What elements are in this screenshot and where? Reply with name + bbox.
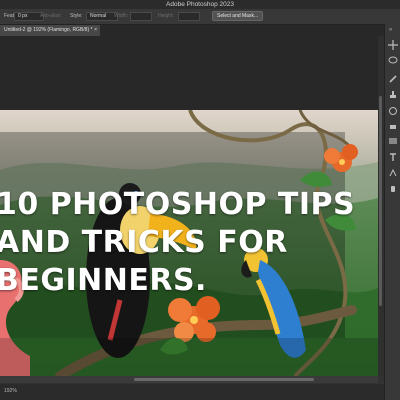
horizontal-scrollbar[interactable]: [0, 376, 378, 383]
eraser-icon[interactable]: [388, 122, 398, 132]
move-icon[interactable]: [388, 40, 398, 50]
options-bar: Feather: 0 px Anti-alias Style: Normal W…: [0, 9, 400, 25]
canvas[interactable]: 10 PHOTOSHOP TIPS AND TRICKS FOR BEGINNE…: [0, 110, 378, 376]
document-tab[interactable]: Untitled-2 @ 192% (Flamingo, RGB/8) * ×: [0, 25, 100, 36]
width-field[interactable]: [130, 12, 152, 21]
height-label: Height:: [158, 13, 174, 19]
right-panel-dock: »: [384, 24, 400, 400]
brush-icon[interactable]: [388, 74, 398, 84]
lasso-icon[interactable]: [388, 56, 398, 66]
gradient-icon[interactable]: [388, 136, 398, 146]
zoom-level[interactable]: 192%: [4, 386, 17, 396]
height-field[interactable]: [178, 12, 200, 21]
canvas-bottom-shadow: [0, 338, 378, 376]
headline-text: 10 PHOTOSHOP TIPS AND TRICKS FOR BEGINNE…: [0, 187, 356, 298]
document-tab-bar: Untitled-2 @ 192% (Flamingo, RGB/8) * ×: [0, 25, 384, 36]
hand-icon[interactable]: [388, 184, 398, 194]
stamp-icon[interactable]: [388, 90, 398, 100]
horizontal-scroll-thumb[interactable]: [134, 378, 314, 381]
history-brush-icon[interactable]: [388, 106, 398, 116]
width-label: Width:: [114, 13, 129, 19]
workspace: 10 PHOTOSHOP TIPS AND TRICKS FOR BEGINNE…: [0, 36, 378, 376]
close-tab-icon[interactable]: ×: [94, 25, 97, 36]
document-tab-title: Untitled-2 @ 192% (Flamingo, RGB/8) *: [4, 27, 93, 33]
anti-alias-checkbox[interactable]: Anti-alias: [40, 12, 61, 21]
window-title: Adobe Photoshop 2023: [166, 1, 234, 8]
select-and-mask-button[interactable]: Select and Mask...: [212, 11, 264, 21]
collapse-panels-icon[interactable]: »: [389, 27, 392, 33]
text-icon[interactable]: [388, 152, 398, 162]
status-bar: 192%: [0, 384, 384, 400]
vertical-scroll-thumb[interactable]: [379, 96, 382, 306]
style-label: Style:: [70, 13, 83, 19]
path-icon[interactable]: [388, 168, 398, 178]
title-bar: Adobe Photoshop 2023: [0, 0, 400, 9]
